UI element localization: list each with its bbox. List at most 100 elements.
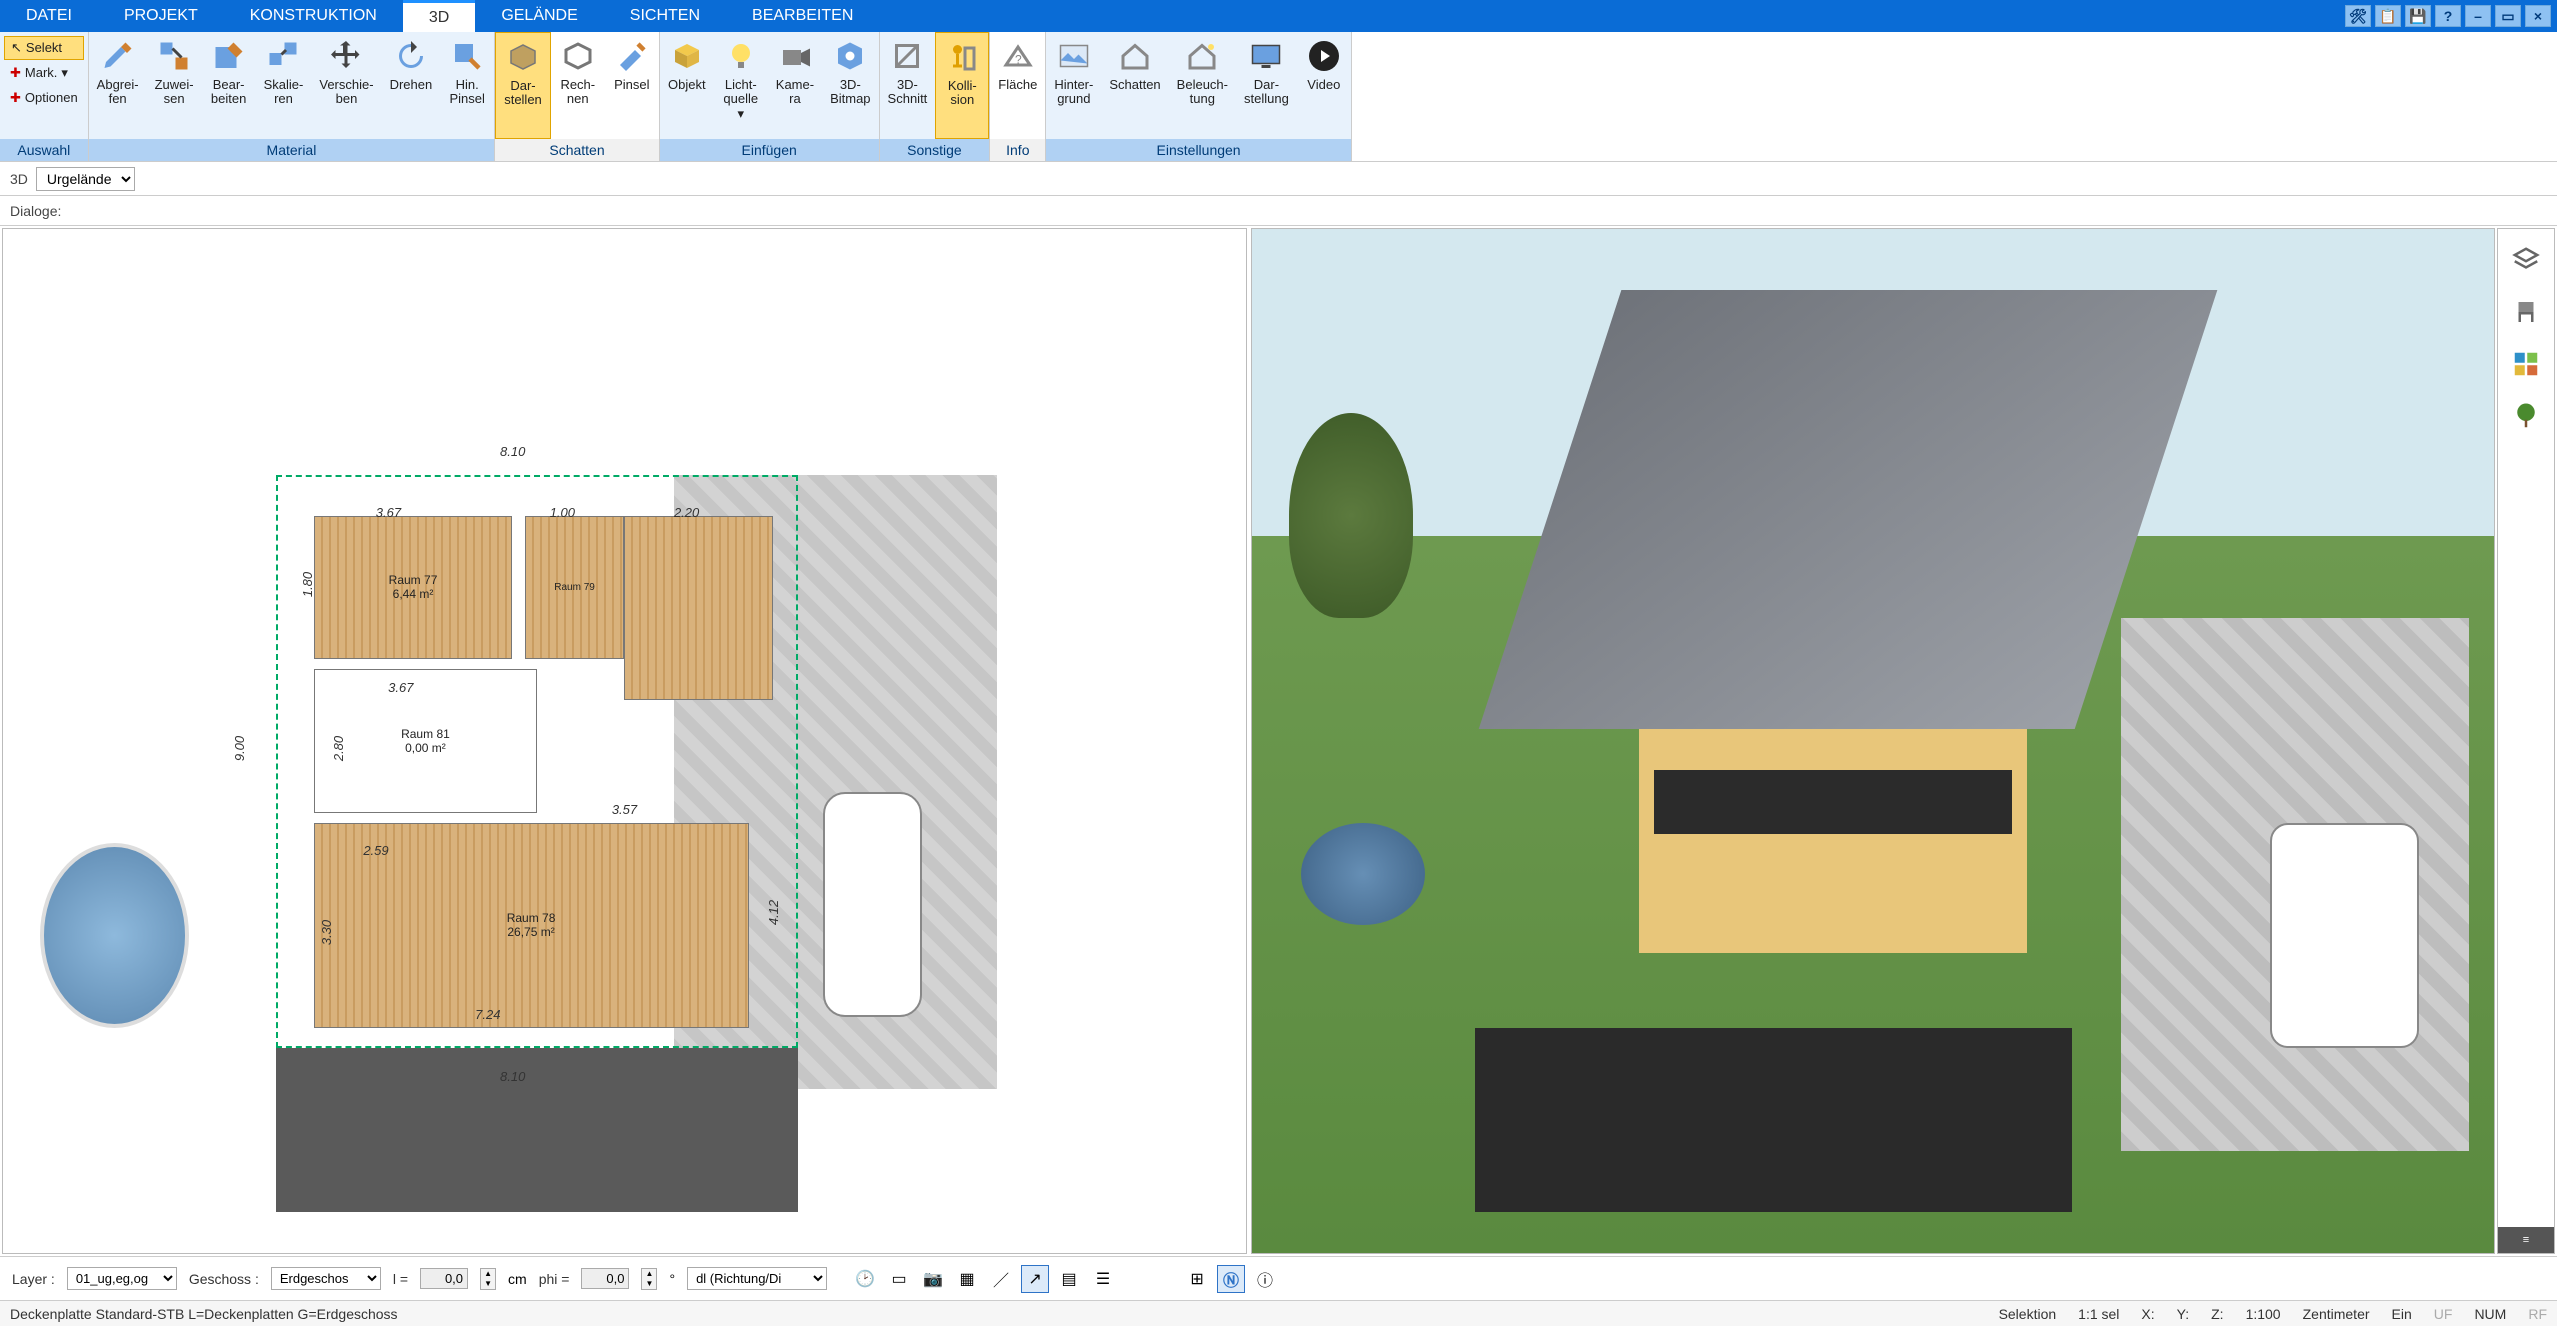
assign-icon [156,38,192,74]
help-icon[interactable]: ? [2435,5,2461,27]
stack-icon[interactable]: ▤ [1055,1265,1083,1293]
status-rf: RF [2528,1306,2547,1322]
dialog-bar: Dialoge: [0,196,2557,226]
status-x: X: [2141,1306,2154,1322]
render-pane[interactable] [1251,228,2496,1254]
dim-width: 8.10 [500,444,525,459]
dim-220: 2.20 [674,505,699,520]
bottom-toolbar: Layer : 01_ug,eg,og Geschoss : Erdgescho… [0,1256,2557,1300]
cursor-icon: ↖ [11,41,22,55]
layers-tool-icon[interactable]: ☰ [1089,1265,1117,1293]
tab-datei[interactable]: DATEI [0,0,98,32]
flaeche-button[interactable]: ?Fläche [990,32,1045,139]
hintergrund-button[interactable]: Hinter- grund [1046,32,1101,139]
floorplan-canvas[interactable]: Raum 77 6,44 m² Raum 79 Raum 81 0,00 m² … [3,229,1246,1253]
camera-tool-icon[interactable]: 📷 [919,1265,947,1293]
house-3d [1475,290,2221,1089]
grid-tool-icon[interactable]: ▦ [953,1265,981,1293]
status-sel: 1:1 sel [2078,1306,2119,1322]
north-icon[interactable]: Ⓝ [1217,1265,1245,1293]
drehen-button[interactable]: Drehen [382,32,441,139]
floorplan-pane[interactable]: Raum 77 6,44 m² Raum 79 Raum 81 0,00 m² … [2,228,1247,1254]
close-button[interactable]: × [2525,5,2551,27]
display-icon [1248,38,1284,74]
bitmap3d-icon [832,38,868,74]
abgreifen-button[interactable]: Abgrei- fen [89,32,147,139]
dim-367: 3.67 [376,505,401,520]
hinpinsel-button[interactable]: Hin. Pinsel [440,32,494,139]
room-79[interactable]: Raum 79 [525,516,624,659]
l-label: l = [393,1271,408,1287]
dim-height: 9.00 [232,736,247,761]
pinsel-button[interactable]: Pinsel [605,32,659,139]
clock-icon[interactable]: 🕑 [851,1265,879,1293]
kollision-button[interactable]: Kolli- sion [935,32,989,139]
collapse-handle[interactable]: ≡ [2498,1227,2554,1253]
move-icon [328,38,364,74]
plus-icon: ✚ [10,66,21,80]
layer-select[interactable]: Urgelände [36,167,135,191]
darstellung-button[interactable]: Dar- stellung [1236,32,1297,139]
dim-259: 2.59 [363,843,388,858]
tab-gelaende[interactable]: GELÄNDE [475,0,603,32]
video-button[interactable]: Video [1297,32,1351,139]
ribbon-group-auswahl: ↖Selekt ✚Mark.▾ ✚Optionen Auswahl [0,32,89,161]
mark-button[interactable]: ✚Mark.▾ [4,62,84,84]
optionen-button[interactable]: ✚Optionen [4,87,84,109]
tab-bearbeiten[interactable]: BEARBEITEN [726,0,879,32]
layers-icon[interactable] [2509,243,2543,277]
skalieren-button[interactable]: Skalie- ren [256,32,312,139]
l-spinner[interactable]: ▲▼ [480,1268,496,1290]
ribbon-group-schatten: Dar- stellen Rech- nen Pinsel Schatten [495,32,660,161]
kamera-button[interactable]: Kame- ra [768,32,822,139]
roof [1478,290,2217,729]
darstellen-button[interactable]: Dar- stellen [495,32,551,139]
tab-projekt[interactable]: PROJEKT [98,0,224,32]
bearbeiten-button[interactable]: Bear- beiten [202,32,256,139]
selekt-button[interactable]: ↖Selekt [4,36,84,60]
bitmap-button[interactable]: 3D- Bitmap [822,32,878,139]
schnitt3d-button[interactable]: 3D- Schnitt [880,32,936,139]
l-input[interactable] [420,1268,468,1289]
rect-icon[interactable]: ▭ [885,1265,913,1293]
info-tool-icon[interactable]: ⓘ [1251,1265,1279,1293]
beleuchtung-button[interactable]: Beleuch- tung [1169,32,1236,139]
maximize-button[interactable]: ▭ [2495,5,2521,27]
palette-icon[interactable] [2509,347,2543,381]
minimize-button[interactable]: – [2465,5,2491,27]
verschieben-button[interactable]: Verschie- ben [311,32,381,139]
staircase[interactable] [624,516,773,700]
tree-palette-icon[interactable] [2509,399,2543,433]
tab-konstruktion[interactable]: KONSTRUKTION [224,0,403,32]
phi-input[interactable] [581,1268,629,1289]
schatten-settings-button[interactable]: Schatten [1101,32,1168,139]
ortho-icon[interactable]: ↗ [1021,1265,1049,1293]
grid4-icon[interactable]: ⊞ [1183,1265,1211,1293]
dim-180: 1.80 [300,572,315,597]
brush-icon [614,38,650,74]
chair-icon[interactable] [2509,295,2543,329]
ribbon-group-sonstige: 3D- Schnitt Kolli- sion Sonstige [880,32,991,161]
zuweisen-button[interactable]: Zuwei- sen [147,32,202,139]
line-tool-icon[interactable]: ／ [987,1265,1015,1293]
camera-icon [777,38,813,74]
clipboard-icon[interactable]: 📋 [2375,5,2401,27]
room-label: Raum 77 [389,573,438,587]
objekt-button[interactable]: Objekt [660,32,714,139]
pond [40,843,189,1027]
rechnen-button[interactable]: Rech- nen [551,32,605,139]
tab-3d[interactable]: 3D [403,0,475,32]
eyedropper-icon [100,38,136,74]
terrace [276,1048,798,1212]
geschoss-combo[interactable]: Erdgeschos [271,1267,381,1290]
room-77[interactable]: Raum 77 6,44 m² [314,516,513,659]
tab-sichten[interactable]: SICHTEN [604,0,726,32]
dl-combo[interactable]: dl (Richtung/Di [687,1267,827,1290]
room-81[interactable]: Raum 81 0,00 m² [314,669,538,812]
tools-icon[interactable]: 🛠 [2345,5,2371,27]
lichtquelle-button[interactable]: Licht- quelle▾ [714,32,768,139]
save-icon[interactable]: 💾 [2405,5,2431,27]
phi-spinner[interactable]: ▲▼ [641,1268,657,1290]
layer-combo[interactable]: 01_ug,eg,og [67,1267,177,1290]
car-3d [2270,823,2419,1048]
